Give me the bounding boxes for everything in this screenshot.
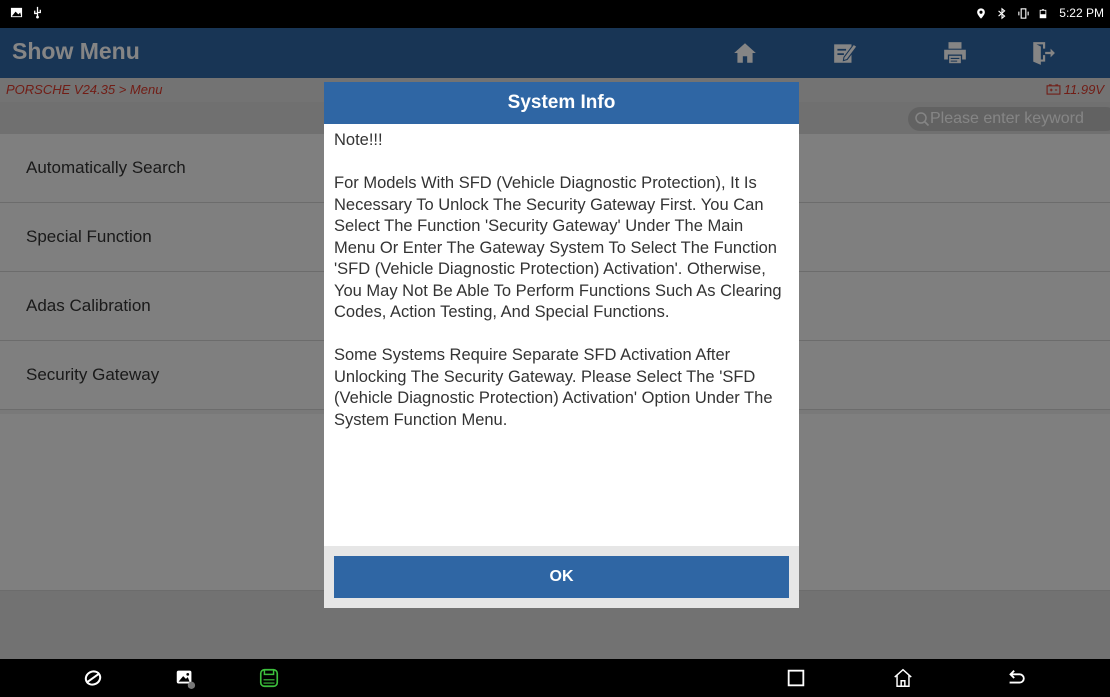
home-nav-button[interactable] <box>890 666 916 690</box>
vci-button[interactable] <box>256 666 282 690</box>
clock: 5:22 PM <box>1059 6 1104 20</box>
browser-button[interactable] <box>80 666 106 690</box>
dialog-title: System Info <box>324 82 799 124</box>
image-icon <box>10 6 23 19</box>
gallery-icon <box>176 670 196 689</box>
vci-icon <box>259 668 279 688</box>
browser-icon <box>84 670 102 686</box>
home-nav-icon <box>894 668 912 687</box>
status-bar: 5:22 PM <box>0 0 1110 28</box>
gallery-button[interactable] <box>172 666 198 690</box>
back-button[interactable] <box>1003 666 1029 690</box>
system-navigation-bar <box>0 659 1110 697</box>
battery-icon <box>1038 7 1051 20</box>
dialog-footer: OK <box>324 546 799 608</box>
recents-button[interactable] <box>783 666 809 690</box>
vibrate-icon <box>1017 7 1030 20</box>
dialog-message: Note!!! For Models With SFD (Vehicle Dia… <box>334 131 782 429</box>
system-info-dialog: System Info Note!!! For Models With SFD … <box>324 82 799 608</box>
usb-icon <box>31 6 44 19</box>
back-icon <box>1009 670 1025 684</box>
bluetooth-icon <box>996 7 1009 20</box>
recents-icon <box>787 669 805 687</box>
location-icon <box>975 7 988 20</box>
ok-button[interactable]: OK <box>334 556 789 598</box>
